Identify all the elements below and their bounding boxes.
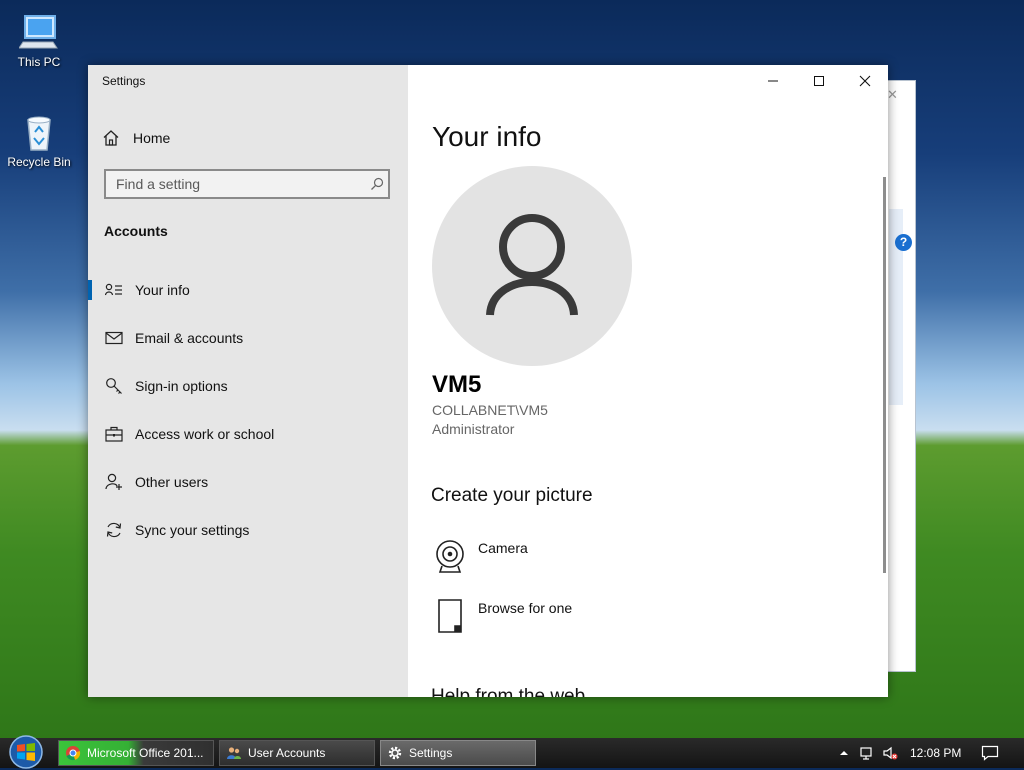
sidebar-item-label: Email & accounts <box>135 330 244 346</box>
home-label: Home <box>133 130 171 146</box>
briefcase-icon <box>104 426 124 442</box>
sidebar-item-other-users[interactable]: Other users <box>88 464 408 500</box>
person-card-icon <box>104 283 124 297</box>
computer-icon <box>18 12 59 52</box>
user-role: Administrator <box>432 421 515 437</box>
clock[interactable]: 12:08 PM <box>910 746 961 760</box>
window-title: Settings <box>102 74 146 88</box>
camera-icon <box>432 538 468 574</box>
key-icon <box>104 377 124 395</box>
sidebar: Settings Home Accounts Your info <box>88 65 408 697</box>
help-icon: ? <box>895 234 912 251</box>
settings-window: Settings Home Accounts Your info <box>88 65 888 697</box>
sync-icon <box>104 521 124 539</box>
search-icon[interactable] <box>366 177 388 191</box>
maximize-icon <box>814 76 824 86</box>
desktop-icon-label: This PC <box>17 55 61 69</box>
taskbar-item-label: Settings <box>409 746 453 760</box>
main-content: Your info VM5 COLLABNET\VM5 Administrato… <box>408 65 888 697</box>
desktop-icon-this-pc[interactable]: This PC <box>4 12 74 69</box>
person-add-icon <box>104 473 124 491</box>
taskbar-item-office[interactable]: Microsoft Office 201... <box>58 740 214 766</box>
sidebar-item-label: Your info <box>135 282 190 298</box>
sidebar-item-label: Other users <box>135 474 209 490</box>
sidebar-item-label: Sign-in options <box>135 378 228 394</box>
browse-label: Browse for one <box>478 600 573 616</box>
sidebar-item-your-info[interactable]: Your info <box>88 272 408 308</box>
person-icon <box>486 214 578 316</box>
close-icon: ✕ <box>887 87 898 102</box>
scrollbar[interactable] <box>883 177 886 573</box>
taskbar: Microsoft Office 201... User Accounts Se… <box>0 735 1024 769</box>
create-picture-heading: Create your picture <box>431 485 593 506</box>
sidebar-item-access-work-school[interactable]: Access work or school <box>88 416 408 452</box>
chrome-icon <box>66 746 81 761</box>
close-icon <box>859 75 871 87</box>
user-account: COLLABNET\VM5 <box>432 402 548 418</box>
home-link[interactable]: Home <box>102 127 170 149</box>
system-tray: 12:08 PM <box>838 738 999 768</box>
taskbar-item-user-accounts[interactable]: User Accounts <box>219 740 375 766</box>
browse-option[interactable]: Browse for one <box>432 598 572 634</box>
camera-label: Camera <box>478 540 528 556</box>
recycle-bin-icon <box>19 112 59 152</box>
taskbar-item-label: Microsoft Office 201... <box>87 746 204 760</box>
sidebar-item-sync-settings[interactable]: Sync your settings <box>88 512 408 548</box>
network-icon[interactable] <box>860 745 876 761</box>
action-center-icon[interactable] <box>981 745 999 761</box>
mail-icon <box>104 331 124 345</box>
taskbar-item-label: User Accounts <box>248 746 326 760</box>
maximize-button[interactable] <box>796 65 842 97</box>
avatar <box>432 166 632 366</box>
start-button[interactable] <box>3 734 49 770</box>
volume-muted-icon[interactable] <box>882 745 898 761</box>
camera-option[interactable]: Camera <box>432 538 528 574</box>
sidebar-item-email-accounts[interactable]: Email & accounts <box>88 320 408 356</box>
minimize-icon <box>768 80 778 82</box>
show-hidden-icons-icon[interactable] <box>838 747 850 759</box>
sidebar-item-label: Sync your settings <box>135 522 250 538</box>
user-name: VM5 <box>432 371 482 398</box>
taskbar-item-settings[interactable]: Settings <box>380 740 536 766</box>
home-icon <box>103 130 119 146</box>
search-input[interactable] <box>106 175 366 193</box>
sidebar-item-sign-in-options[interactable]: Sign-in options <box>88 368 408 404</box>
desktop-icon-recycle-bin[interactable]: Recycle Bin <box>4 112 74 169</box>
page-title: Your info <box>432 121 542 152</box>
search-box <box>104 169 390 199</box>
users-icon <box>227 747 241 759</box>
help-heading: Help from the web <box>431 686 586 697</box>
gear-icon <box>388 746 402 760</box>
close-button[interactable] <box>842 65 888 97</box>
windows-logo-icon <box>9 735 43 769</box>
browse-icon <box>432 598 468 634</box>
section-heading: Accounts <box>104 223 168 239</box>
minimize-button[interactable] <box>750 65 796 97</box>
desktop-icon-label: Recycle Bin <box>7 155 71 169</box>
sidebar-item-label: Access work or school <box>135 426 275 442</box>
